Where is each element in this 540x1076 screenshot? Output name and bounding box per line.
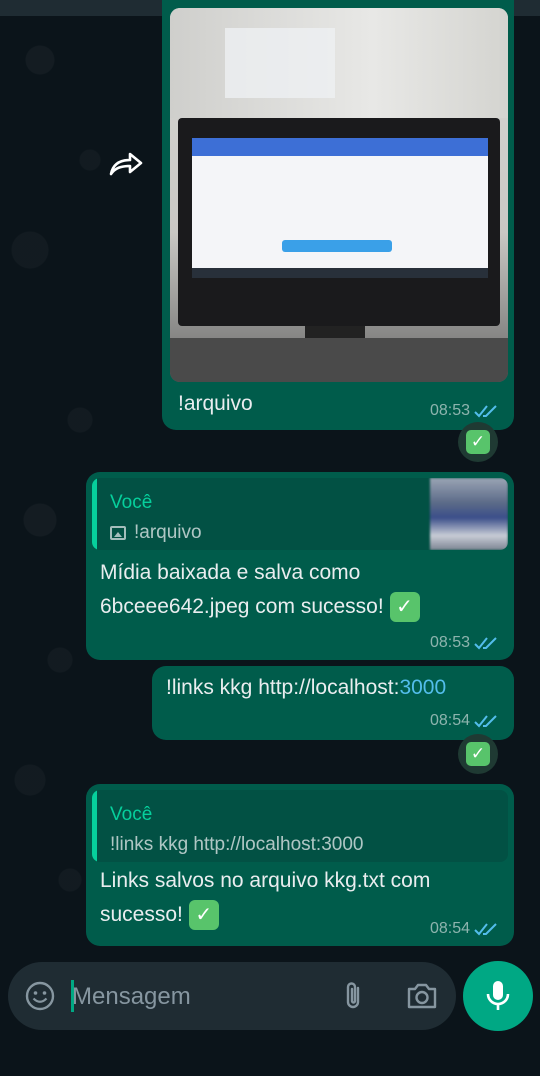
chat-screen: !arquivo 08:53 ✓ Você !arquivo Mídia bai… — [0, 0, 540, 1076]
message-link-part[interactable]: 3000 — [399, 676, 446, 699]
camera-icon[interactable] — [406, 982, 438, 1010]
check-emoji-icon: ✓ — [466, 742, 490, 766]
message-text: Links salvos no arquivo kkg.txt com suce… — [100, 869, 431, 926]
message-body: !links kkg http://localhost:3000 — [166, 676, 446, 700]
double-check-icon — [474, 715, 497, 728]
message-text: Mídia baixada e salva como 6bceee642.jpe… — [100, 561, 384, 618]
message-input[interactable] — [72, 982, 312, 1012]
message-meta: 08:53 — [430, 634, 500, 652]
message-text: !links kkg http://localhost: — [166, 676, 400, 699]
message-time: 08:53 — [429, 402, 470, 419]
message-time: 08:53 — [429, 634, 470, 651]
message-time: 08:54 — [429, 920, 470, 937]
mic-button[interactable] — [463, 961, 533, 1031]
message-meta: 08:54 — [430, 920, 500, 938]
message-body: Links salvos no arquivo kkg.txt com suce… — [100, 864, 480, 932]
mic-icon — [486, 981, 510, 1010]
reply-message[interactable]: Você !arquivo Mídia baixada e salva como… — [86, 472, 514, 660]
message-photo[interactable] — [170, 8, 508, 382]
text-message[interactable]: !links kkg http://localhost:3000 08:54 — [152, 666, 514, 740]
message-meta: 08:54 — [430, 712, 500, 730]
check-emoji-icon: ✓ — [466, 430, 490, 454]
double-check-icon — [474, 923, 497, 936]
message-composer — [8, 962, 456, 1030]
reaction-badge[interactable]: ✓ — [458, 734, 498, 774]
check-emoji-icon: ✓ — [188, 900, 219, 931]
reply-message[interactable]: Você !links kkg http://localhost:3000 Li… — [86, 784, 514, 946]
quote-thumbnail — [430, 478, 508, 550]
quote-text-label: !links kkg http://localhost:3000 — [110, 834, 364, 855]
check-emoji-icon: ✓ — [389, 592, 420, 623]
attach-icon[interactable] — [340, 980, 368, 1012]
image-icon — [110, 526, 126, 540]
quote-text: !arquivo — [110, 522, 202, 544]
forward-icon[interactable] — [108, 150, 144, 178]
image-message[interactable]: !arquivo 08:53 — [162, 0, 514, 430]
message-meta: 08:53 — [430, 402, 500, 420]
message-body: Mídia baixada e salva como 6bceee642.jpe… — [100, 556, 470, 624]
quote-text-label: !arquivo — [134, 522, 202, 543]
message-time: 08:54 — [429, 712, 470, 729]
quoted-message[interactable]: Você !links kkg http://localhost:3000 — [92, 790, 508, 862]
reaction-badge[interactable]: ✓ — [458, 422, 498, 462]
quote-author: Você — [110, 804, 153, 825]
quote-text: !links kkg http://localhost:3000 — [110, 834, 363, 856]
emoji-icon[interactable] — [24, 980, 56, 1012]
double-check-icon — [474, 637, 497, 650]
message-caption: !arquivo — [178, 392, 253, 415]
quote-author: Você — [110, 492, 153, 513]
double-check-icon — [474, 405, 497, 418]
quoted-message[interactable]: Você !arquivo — [92, 478, 508, 550]
